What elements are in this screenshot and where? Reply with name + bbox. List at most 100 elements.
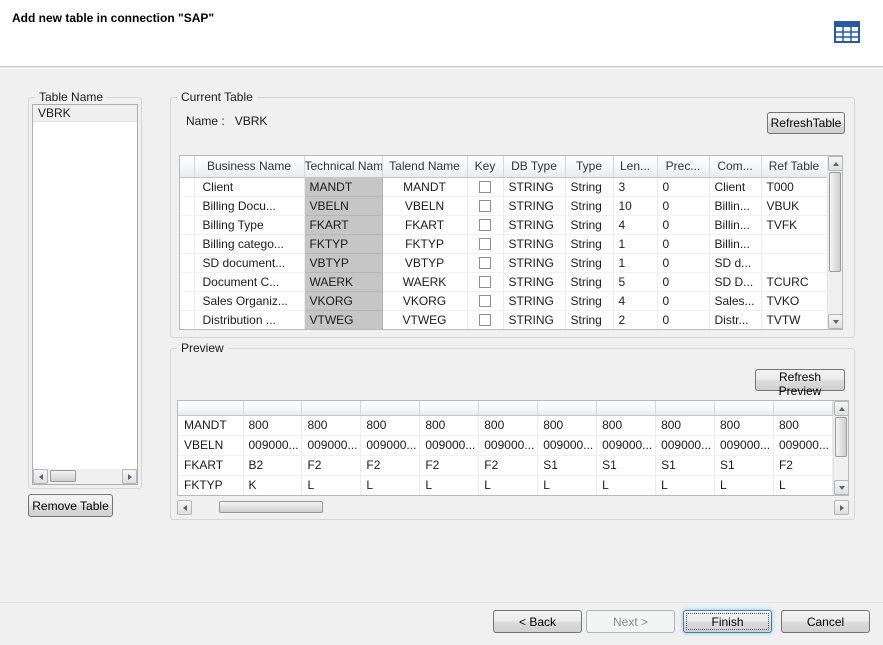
cell-precision[interactable]: 0 [657, 196, 709, 215]
cell-db-type[interactable]: STRING [503, 310, 565, 329]
cell-talend-name[interactable]: WAERK [382, 272, 467, 291]
scroll-down-button[interactable] [834, 480, 849, 495]
cell-ref-table[interactable]: T000 [761, 177, 827, 196]
cell-talend-name[interactable]: FKART [382, 215, 467, 234]
cell-key[interactable] [467, 196, 503, 215]
column-header[interactable]: Key [467, 156, 503, 177]
preview-hscrollbar[interactable] [177, 500, 849, 515]
row-selector[interactable] [180, 234, 194, 253]
column-header[interactable]: Ref Table [761, 156, 827, 177]
cell-talend-name[interactable]: VBTYP [382, 253, 467, 272]
cell-precision[interactable]: 0 [657, 291, 709, 310]
finish-button[interactable]: Finish [683, 610, 772, 633]
cell-type[interactable]: String [565, 310, 613, 329]
cell-talend-name[interactable]: VKORG [382, 291, 467, 310]
cell-business-name[interactable]: Sales Organiz... [194, 291, 304, 310]
scrollbar-thumb[interactable] [829, 172, 841, 272]
column-header[interactable]: Technical Name [304, 156, 382, 177]
scroll-right-button[interactable] [834, 500, 849, 515]
table-row[interactable]: ClientMANDTMANDTSTRINGString30ClientT000 [180, 177, 827, 196]
key-checkbox[interactable] [479, 257, 491, 269]
cell-comment[interactable]: Billin... [709, 234, 761, 253]
column-header[interactable]: DB Type [503, 156, 565, 177]
cell-comment[interactable]: Billin... [709, 196, 761, 215]
cell-comment[interactable]: Client [709, 177, 761, 196]
cell-ref-table[interactable]: TCURC [761, 272, 827, 291]
table-row[interactable]: Document C...WAERKWAERKSTRINGString50SD … [180, 272, 827, 291]
cell-business-name[interactable]: Billing Type [194, 215, 304, 234]
cell-precision[interactable]: 0 [657, 234, 709, 253]
cell-precision[interactable]: 0 [657, 272, 709, 291]
cell-business-name[interactable]: Client [194, 177, 304, 196]
cell-length[interactable]: 3 [613, 177, 657, 196]
cell-ref-table[interactable] [761, 234, 827, 253]
cell-comment[interactable]: Billin... [709, 215, 761, 234]
cell-ref-table[interactable] [761, 253, 827, 272]
cell-length[interactable]: 5 [613, 272, 657, 291]
cell-length[interactable]: 1 [613, 234, 657, 253]
cell-precision[interactable]: 0 [657, 310, 709, 329]
cell-key[interactable] [467, 234, 503, 253]
remove-table-button[interactable]: Remove Table [28, 494, 113, 517]
next-button[interactable]: Next > [586, 610, 675, 633]
scrollbar-thumb[interactable] [219, 501, 323, 513]
scroll-down-button[interactable] [828, 314, 843, 329]
column-header[interactable]: Com... [709, 156, 761, 177]
row-selector[interactable] [180, 310, 194, 329]
refresh-table-button[interactable]: RefreshTable [767, 112, 845, 134]
column-header[interactable]: Prec... [657, 156, 709, 177]
cell-comment[interactable]: Distr... [709, 310, 761, 329]
table-row[interactable]: SD document...VBTYPVBTYPSTRINGString10SD… [180, 253, 827, 272]
table-row[interactable]: Sales Organiz...VKORGVKORGSTRINGString40… [180, 291, 827, 310]
row-selector[interactable] [180, 291, 194, 310]
cell-precision[interactable]: 0 [657, 177, 709, 196]
key-checkbox[interactable] [479, 314, 491, 326]
cell-db-type[interactable]: STRING [503, 196, 565, 215]
cell-business-name[interactable]: Document C... [194, 272, 304, 291]
cell-key[interactable] [467, 272, 503, 291]
cell-type[interactable]: String [565, 177, 613, 196]
column-header[interactable]: Type [565, 156, 613, 177]
key-checkbox[interactable] [479, 276, 491, 288]
cell-business-name[interactable]: Billing Docu... [194, 196, 304, 215]
cell-talend-name[interactable]: VTWEG [382, 310, 467, 329]
cell-business-name[interactable]: SD document... [194, 253, 304, 272]
scroll-left-button[interactable] [177, 500, 192, 515]
refresh-preview-button[interactable]: Refresh Preview [755, 369, 845, 391]
cell-ref-table[interactable]: TVTW [761, 310, 827, 329]
cell-type[interactable]: String [565, 196, 613, 215]
key-checkbox[interactable] [479, 200, 491, 212]
cell-ref-table[interactable]: TVFK [761, 215, 827, 234]
cell-key[interactable] [467, 215, 503, 234]
cell-length[interactable]: 10 [613, 196, 657, 215]
cell-ref-table[interactable]: TVKO [761, 291, 827, 310]
row-selector[interactable] [180, 253, 194, 272]
cell-db-type[interactable]: STRING [503, 291, 565, 310]
cell-db-type[interactable]: STRING [503, 234, 565, 253]
cell-length[interactable]: 4 [613, 215, 657, 234]
row-selector[interactable] [180, 177, 194, 196]
scrollbar-thumb[interactable] [835, 417, 847, 457]
column-header[interactable]: Business Name [194, 156, 304, 177]
cell-key[interactable] [467, 310, 503, 329]
row-selector[interactable] [180, 196, 194, 215]
scroll-up-button[interactable] [828, 156, 843, 171]
scroll-left-button[interactable] [33, 469, 48, 484]
key-checkbox[interactable] [479, 181, 491, 193]
cell-length[interactable]: 2 [613, 310, 657, 329]
cell-key[interactable] [467, 253, 503, 272]
cell-talend-name[interactable]: MANDT [382, 177, 467, 196]
cell-type[interactable]: String [565, 272, 613, 291]
list-item[interactable]: VBRK [33, 105, 137, 122]
cell-db-type[interactable]: STRING [503, 253, 565, 272]
cell-ref-table[interactable]: VBUK [761, 196, 827, 215]
cell-db-type[interactable]: STRING [503, 272, 565, 291]
table-row[interactable]: Distribution ...VTWEGVTWEGSTRINGString20… [180, 310, 827, 329]
cell-business-name[interactable]: Distribution ... [194, 310, 304, 329]
cell-comment[interactable]: SD d... [709, 253, 761, 272]
cell-db-type[interactable]: STRING [503, 215, 565, 234]
cell-length[interactable]: 1 [613, 253, 657, 272]
cell-comment[interactable]: Sales... [709, 291, 761, 310]
scroll-up-button[interactable] [834, 401, 849, 416]
table-row[interactable]: Billing catego...FKTYPFKTYPSTRINGString1… [180, 234, 827, 253]
